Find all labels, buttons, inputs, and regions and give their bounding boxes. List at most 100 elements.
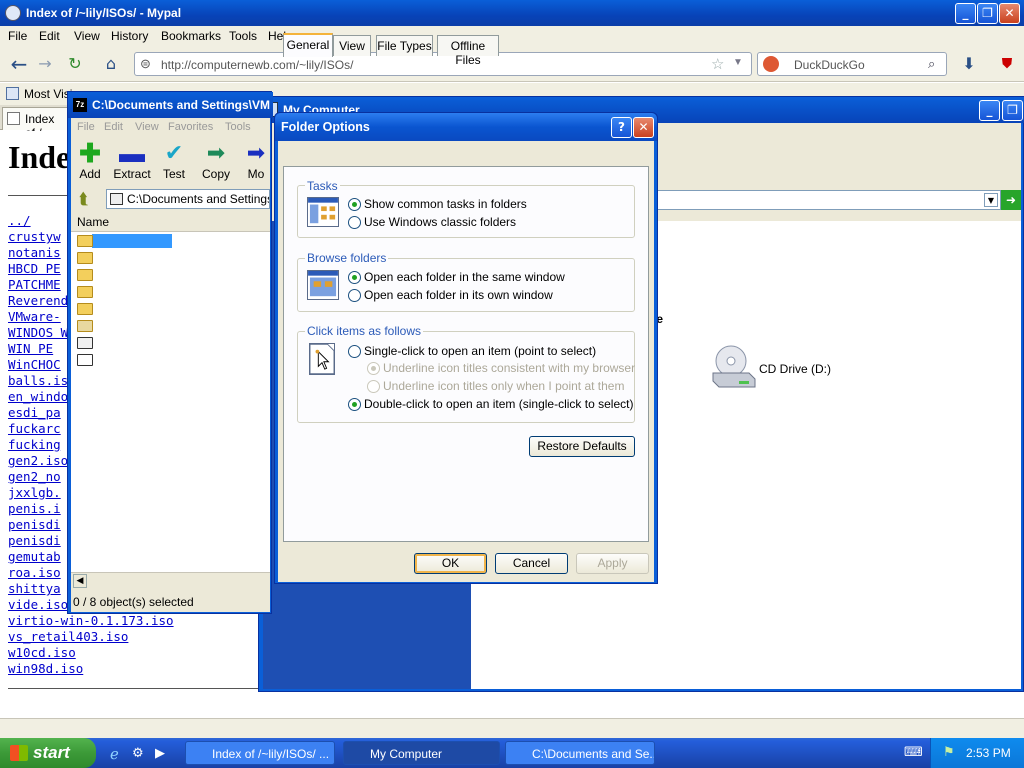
classic-folders-label[interactable]: Use Windows classic folders — [364, 215, 516, 229]
single-click-radio[interactable] — [348, 345, 361, 358]
folder-icon[interactable] — [77, 269, 93, 281]
file-link[interactable]: esdi_pa — [8, 405, 61, 421]
7zip-file-list[interactable] — [71, 212, 270, 572]
folder-icon[interactable] — [77, 286, 93, 298]
shortcut-folder-icon[interactable] — [77, 320, 93, 332]
my-computer-maximize-button[interactable]: ❐ — [1002, 100, 1023, 121]
ublock-icon[interactable]: ⛊ — [994, 52, 1020, 76]
menu-history[interactable]: History — [111, 29, 148, 43]
horizontal-scrollbar[interactable]: ◀ — [71, 572, 270, 589]
folder-icon[interactable] — [77, 303, 93, 315]
forward-icon[interactable]: → — [32, 52, 58, 76]
file-link[interactable]: virtio-win-0.1.173.iso — [8, 613, 174, 629]
bookmark-most-visited[interactable]: Most Visi — [24, 87, 72, 101]
column-header-name[interactable]: Name — [71, 212, 270, 232]
menu-file[interactable]: File — [8, 29, 27, 43]
7zip-title-bar[interactable]: 7z C:\Documents and Settings\VM — [68, 92, 273, 118]
file-link[interactable]: crustyw — [8, 229, 61, 245]
site-identity-icon[interactable]: ⊜ — [140, 56, 151, 72]
menu-tools[interactable]: Tools — [229, 29, 257, 43]
dialog-title-bar[interactable]: Folder Options ? ✕ — [275, 113, 657, 141]
reload-icon[interactable]: ↻ — [62, 52, 88, 76]
taskbar-item-browser[interactable]: Index of /~lily/ISOs/ ... — [185, 741, 335, 765]
file-link[interactable]: HBCD PE — [8, 261, 61, 277]
double-click-label[interactable]: Double-click to open an item (single-cli… — [364, 397, 633, 411]
file-link[interactable]: ../ — [8, 213, 31, 229]
file-link[interactable]: fucking — [8, 437, 61, 453]
tab-file-types[interactable]: File Types — [376, 35, 433, 56]
file-link[interactable]: fuckarc — [8, 421, 61, 437]
media-icon[interactable]: ⚙ — [132, 746, 144, 761]
go-arrow-icon[interactable]: ➜ — [1001, 190, 1021, 210]
back-icon[interactable]: ← — [6, 52, 32, 76]
help-icon[interactable]: ? — [611, 117, 632, 138]
taskbar-item-my-computer[interactable]: My Computer — [343, 741, 500, 765]
window-file-icon[interactable] — [77, 354, 93, 366]
url-dropdown-icon[interactable]: ▼ — [733, 57, 743, 68]
start-button[interactable]: start — [0, 738, 96, 768]
dialog-close-icon[interactable]: ✕ — [633, 117, 654, 138]
7zip-window[interactable]: 7z C:\Documents and Settings\VM File Edi… — [67, 91, 273, 614]
move-button[interactable]: ➡ Mo — [234, 142, 278, 182]
document-icon[interactable] — [77, 337, 93, 349]
tab-general[interactable]: General — [283, 33, 333, 57]
taskbar-item-7zip[interactable]: C:\Documents and Se... — [505, 741, 655, 765]
keyboard-icon[interactable]: ⌨ — [904, 745, 923, 760]
file-link[interactable]: balls.is — [8, 373, 68, 389]
home-icon[interactable]: ⌂ — [98, 52, 124, 76]
scroll-left-icon[interactable]: ◀ — [73, 574, 87, 588]
internet-explorer-icon[interactable]: ℯ — [110, 745, 119, 763]
file-link[interactable]: penisdi — [8, 517, 61, 533]
7zip-path-input[interactable]: C:\Documents and Settings — [106, 189, 270, 209]
file-link[interactable]: vs_retail403.iso — [8, 629, 128, 645]
maximize-button[interactable]: ❐ — [977, 3, 998, 24]
file-link[interactable]: vide.iso — [8, 597, 68, 613]
tab-offline-files[interactable]: Offline Files — [437, 35, 499, 67]
search-bar[interactable]: DuckDuckGo ⌕ — [757, 52, 947, 76]
7zip-menu-tools[interactable]: Tools — [225, 121, 251, 133]
folder-icon[interactable] — [77, 252, 93, 264]
my-computer-minimize-button[interactable]: _ — [979, 100, 1000, 121]
minimize-button[interactable]: _ — [955, 3, 976, 24]
file-link[interactable]: en_windo — [8, 389, 68, 405]
file-link[interactable]: notanis — [8, 245, 61, 261]
bookmark-star-icon[interactable]: ☆ — [711, 55, 724, 73]
test-button[interactable]: ✔ Test — [152, 142, 196, 182]
add-button[interactable]: ✚ Add — [68, 140, 112, 181]
7zip-menu-edit[interactable]: Edit — [104, 121, 123, 133]
close-button[interactable]: ✕ — [999, 3, 1020, 24]
show-common-tasks-radio[interactable] — [348, 198, 361, 211]
file-link[interactable]: gen2.iso — [8, 453, 68, 469]
selected-row[interactable] — [92, 234, 172, 248]
own-window-radio[interactable] — [348, 289, 361, 302]
file-link[interactable]: WINDOS W — [8, 325, 68, 341]
file-link[interactable]: WIN PE — [8, 341, 53, 357]
same-window-radio[interactable] — [348, 271, 361, 284]
browser-title-bar[interactable]: Index of /~lily/ISOs/ - Mypal _ ❐ ✕ — [0, 0, 1024, 26]
apply-button[interactable]: Apply — [576, 553, 649, 574]
double-click-radio[interactable] — [348, 398, 361, 411]
address-dropdown-icon[interactable]: ▼ — [984, 193, 998, 207]
menu-bookmarks[interactable]: Bookmarks — [161, 29, 221, 43]
7zip-menu-favorites[interactable]: Favorites — [168, 121, 213, 133]
cd-drive-icon[interactable] — [709, 345, 759, 391]
classic-folders-radio[interactable] — [348, 216, 361, 229]
up-folder-icon[interactable]: ⮬ — [79, 189, 89, 209]
file-link[interactable]: w10cd.iso — [8, 645, 76, 661]
folder-icon[interactable] — [77, 235, 93, 247]
file-link[interactable]: VMware- — [8, 309, 61, 325]
file-link[interactable]: Reverend — [8, 293, 68, 309]
7zip-menu-file[interactable]: File — [77, 121, 95, 133]
tab-index[interactable]: Index of / — [2, 107, 68, 140]
restore-defaults-button[interactable]: Restore Defaults — [529, 436, 635, 457]
network-icon[interactable]: ⚑ — [943, 745, 955, 760]
file-link[interactable]: shittya — [8, 581, 61, 597]
single-click-label[interactable]: Single-click to open an item (point to s… — [364, 344, 596, 358]
show-common-tasks-label[interactable]: Show common tasks in folders — [364, 197, 527, 211]
duckduckgo-icon[interactable] — [763, 56, 779, 72]
file-link[interactable]: WinCHOC — [8, 357, 61, 373]
menu-edit[interactable]: Edit — [39, 29, 60, 43]
file-link[interactable]: gemutab — [8, 549, 61, 565]
same-window-label[interactable]: Open each folder in the same window — [364, 270, 565, 284]
own-window-label[interactable]: Open each folder in its own window — [364, 288, 553, 302]
